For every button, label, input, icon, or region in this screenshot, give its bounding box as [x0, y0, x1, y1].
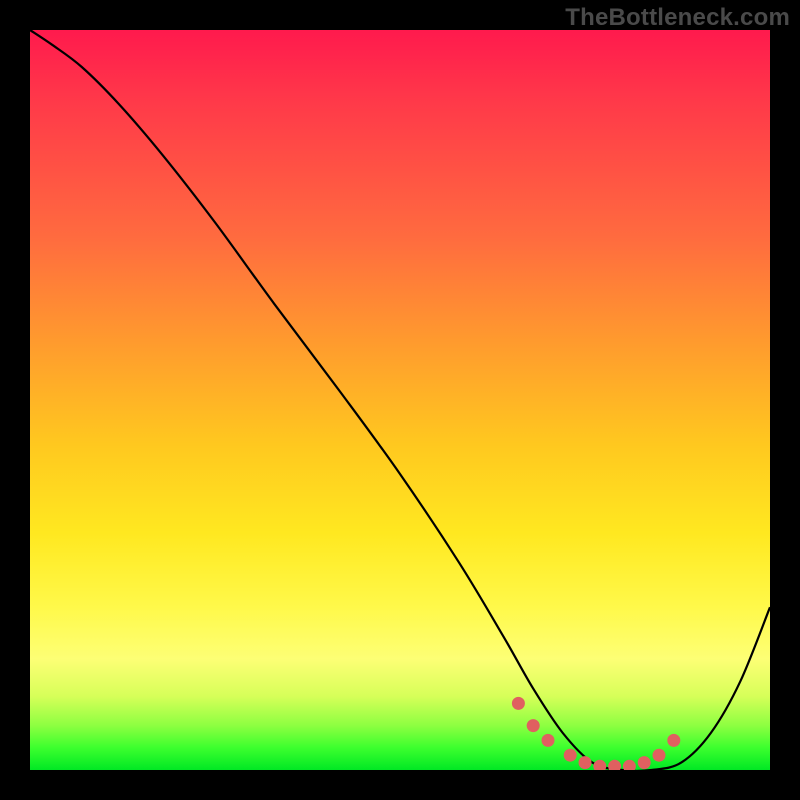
marker-dot [564, 749, 577, 762]
marker-dot [527, 719, 540, 732]
watermark-text: TheBottleneck.com [565, 4, 790, 32]
marker-dot [542, 734, 555, 747]
plot-area [30, 30, 770, 770]
marker-dot [593, 760, 606, 770]
curve-svg [30, 30, 770, 770]
marker-dot [653, 749, 666, 762]
marker-dot [638, 756, 651, 769]
marker-dot [623, 760, 636, 770]
chart-frame: TheBottleneck.com [0, 0, 800, 800]
marker-dot [579, 756, 592, 769]
marker-dot [608, 760, 621, 770]
bottleneck-curve-line [30, 30, 770, 770]
highlight-markers [512, 697, 680, 770]
marker-dot [512, 697, 525, 710]
marker-dot [667, 734, 680, 747]
